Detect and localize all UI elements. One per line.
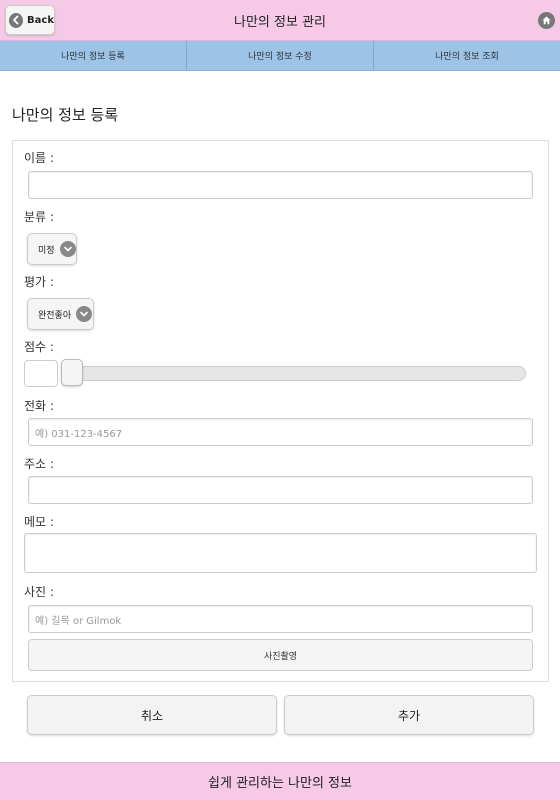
score-number-input[interactable] [24, 360, 58, 387]
home-button[interactable] [537, 6, 555, 34]
name-input[interactable] [28, 171, 533, 199]
score-label: 점수 : [24, 340, 54, 354]
tab-edit[interactable]: 나만의 정보 수정 [187, 41, 374, 70]
tab-register[interactable]: 나만의 정보 등록 [0, 41, 187, 70]
cancel-button[interactable]: 취소 [27, 695, 277, 735]
register-form [12, 140, 549, 682]
address-label: 주소 : [24, 457, 54, 471]
phone-label: 전화 : [24, 399, 54, 413]
category-label: 분류 : [24, 210, 54, 224]
score-slider-track[interactable] [64, 366, 526, 381]
photo-label: 사진 : [24, 585, 54, 599]
footer-text: 쉽게 관리하는 나만의 정보 [0, 762, 560, 800]
category-select[interactable]: 미정 [27, 233, 77, 265]
photo-input[interactable]: 예) 길목 or Gilmok [28, 605, 533, 633]
add-button[interactable]: 추가 [284, 695, 534, 735]
rating-select[interactable]: 완전좋아 [27, 298, 94, 330]
tab-view[interactable]: 나만의 정보 조회 [374, 41, 560, 70]
phone-input[interactable]: 예) 031-123-4567 [28, 418, 533, 446]
memo-label: 메모 : [24, 515, 54, 529]
rating-select-value: 완전좋아 [38, 310, 72, 321]
memo-textarea[interactable] [24, 533, 537, 573]
header-bar: Back 나만의 정보 관리 [0, 0, 560, 41]
take-photo-button[interactable]: 사진촬영 [28, 639, 533, 671]
address-input[interactable] [28, 476, 533, 504]
name-label: 이름 : [24, 151, 54, 165]
page-title: 나만의 정보 등록 [12, 106, 119, 124]
category-select-value: 미정 [38, 245, 55, 256]
rating-label: 평가 : [24, 275, 54, 289]
score-slider-handle[interactable] [61, 359, 83, 386]
chevron-down-icon [76, 306, 93, 322]
page-header-title: 나만의 정보 관리 [234, 15, 326, 30]
home-icon [537, 11, 555, 29]
nav-tabs: 나만의 정보 등록 나만의 정보 수정 나만의 정보 조회 [0, 41, 560, 71]
chevron-down-icon [59, 241, 76, 257]
